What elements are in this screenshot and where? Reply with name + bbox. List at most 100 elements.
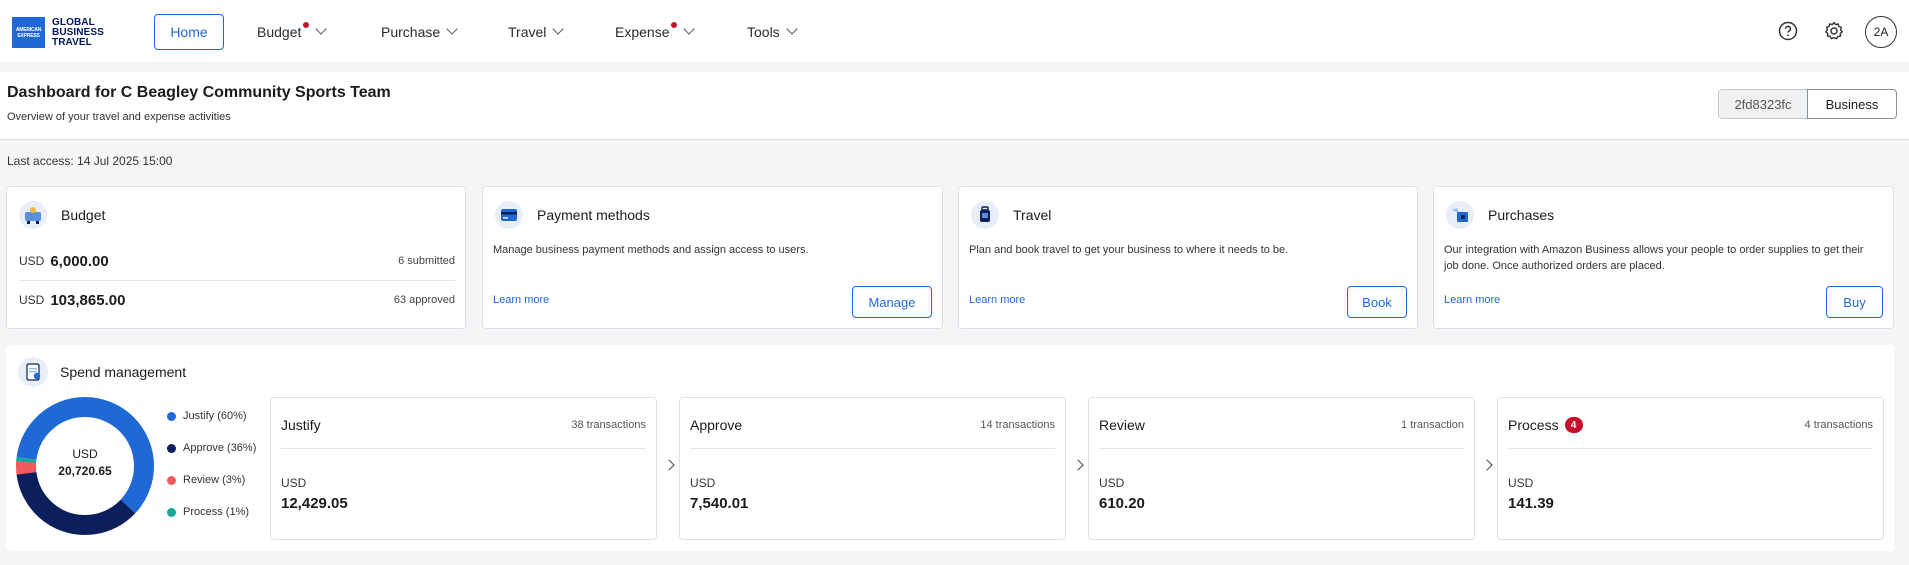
legend-swatch	[167, 507, 176, 517]
divider	[281, 448, 646, 449]
last-access-text: Last access: 14 Jul 2025 15:00	[7, 154, 173, 168]
nav-travel-label: Travel	[508, 24, 547, 40]
budget-approved-row[interactable]: USD 103,865.00 63 approved	[19, 288, 455, 312]
budget-approved-count: 63 approved	[393, 294, 455, 306]
divider	[690, 448, 1055, 449]
legend-swatch	[167, 475, 176, 485]
account-type-toggle[interactable]: Business	[1807, 89, 1897, 119]
stage-amount: 7,540.01	[690, 495, 749, 512]
legend-label: Process (1%)	[183, 506, 250, 518]
divider	[1508, 448, 1873, 449]
legend-justify: Justify (60%)	[167, 410, 247, 422]
stage-amount: 12,429.05	[281, 495, 348, 512]
stage-name: Process 4	[1508, 417, 1583, 433]
nav-travel-menu[interactable]: Travel	[508, 22, 565, 42]
settings-button[interactable]	[1823, 20, 1845, 42]
page-subtitle: Overview of your travel and expense acti…	[7, 111, 231, 123]
budget-submitted-row[interactable]: USD 6,000.00 6 submitted	[19, 249, 455, 273]
travel-card: Travel Plan and book travel to get your …	[958, 186, 1418, 329]
chevron-right-icon	[1481, 459, 1493, 471]
page-title: Dashboard for C Beagley Community Sports…	[7, 84, 391, 101]
help-button[interactable]	[1777, 20, 1799, 42]
chevron-down-icon	[552, 23, 565, 35]
manage-button[interactable]: Manage	[852, 286, 932, 318]
nav-home-button[interactable]: Home	[154, 14, 224, 50]
purchases-learn-more-link[interactable]: Learn more	[1444, 294, 1500, 306]
stage-currency: USD	[281, 476, 307, 490]
logo-text: GLOBAL BUSINESS TRAVEL	[52, 16, 104, 48]
nav-budget-menu[interactable]: Budget	[257, 22, 328, 42]
logo-text-line-1: GLOBAL	[52, 16, 95, 28]
chevron-down-icon	[315, 23, 328, 35]
stage-currency: USD	[1099, 476, 1125, 490]
budget-card-title: Budget	[61, 207, 106, 223]
purchases-description: Our integration with Amazon Business all…	[1444, 244, 1864, 272]
stage-card-approve[interactable]: Approve 14 transactions USD 7,540.01	[679, 397, 1066, 540]
stage-name-label: Approve	[690, 417, 743, 433]
gear-icon	[1825, 21, 1843, 40]
budget-submitted-amount: 6,000.00	[50, 252, 109, 270]
notification-dot	[671, 22, 678, 28]
stage-card-review[interactable]: Review 1 transaction USD 610.20	[1088, 397, 1475, 540]
book-button[interactable]: Book	[1347, 286, 1407, 318]
stage-transaction-count: 1 transaction	[1401, 419, 1464, 431]
budget-submitted-count: 6 submitted	[398, 255, 455, 267]
stage-name-label: Process	[1508, 417, 1559, 433]
logo-text-line-3: TRAVEL	[52, 36, 92, 48]
stage-currency: USD	[690, 476, 716, 490]
nav-purchase-menu[interactable]: Purchase	[381, 22, 458, 42]
travel-description: Plan and book travel to get your busines…	[969, 244, 1289, 256]
amex-logo-box: AMERICAN EXPRESS	[12, 17, 45, 48]
payment-methods-description: Manage business payment methods and assi…	[493, 244, 809, 256]
nav-purchase-label: Purchase	[381, 24, 441, 40]
stage-card-justify[interactable]: Justify 38 transactions USD 12,429.05	[270, 397, 657, 540]
buy-button[interactable]: Buy	[1826, 286, 1883, 318]
spend-total-amount: 20,720.65	[58, 464, 112, 478]
divider	[19, 280, 455, 281]
currency-label: USD	[19, 293, 45, 307]
budget-card: Budget USD 6,000.00 6 submitted USD 103,…	[6, 186, 466, 329]
payment-methods-card: Payment methods Manage business payment …	[482, 186, 943, 329]
legend-label: Approve (36%)	[183, 442, 257, 454]
user-avatar[interactable]: 2A	[1865, 16, 1897, 48]
legend-label: Review (3%)	[183, 474, 246, 486]
budget-icon	[19, 201, 47, 229]
legend-swatch	[167, 411, 176, 421]
nav-expense-menu[interactable]: Expense	[615, 22, 696, 42]
shopping-box-icon	[1446, 201, 1474, 229]
nav-budget-label: Budget	[257, 24, 302, 40]
logo-box-line-2: EXPRESS	[17, 32, 40, 39]
chevron-right-icon	[663, 459, 675, 471]
stage-currency: USD	[1508, 476, 1534, 490]
process-count-badge: 4	[1564, 417, 1583, 433]
stage-name-label: Justify	[281, 417, 321, 433]
nav-tools-menu[interactable]: Tools	[747, 22, 798, 42]
budget-approved-amount: 103,865.00	[50, 291, 126, 309]
top-navigation: AMERICAN EXPRESS GLOBAL BUSINESS TRAVEL …	[0, 0, 1909, 62]
stage-amount: 141.39	[1508, 495, 1554, 512]
help-circle-icon	[1778, 21, 1798, 41]
stage-transaction-count: 38 transactions	[571, 419, 646, 431]
travel-learn-more-link[interactable]: Learn more	[969, 294, 1025, 306]
stage-transaction-count: 14 transactions	[980, 419, 1055, 431]
spend-management-section: Spend management USD 20,720.65 Justify (…	[6, 345, 1894, 551]
purchases-card-title: Purchases	[1488, 207, 1555, 223]
luggage-icon	[971, 201, 999, 229]
legend-swatch	[167, 443, 176, 453]
currency-label: USD	[19, 254, 45, 268]
stage-card-process[interactable]: Process 4 4 transactions USD 141.39	[1497, 397, 1884, 540]
spend-total: USD 20,720.65	[16, 446, 154, 480]
chevron-down-icon	[683, 23, 696, 35]
amex-gbt-logo[interactable]: AMERICAN EXPRESS GLOBAL BUSINESS TRAVEL	[12, 17, 104, 48]
stage-name: Justify	[281, 417, 321, 433]
chevron-right-icon	[1072, 459, 1084, 471]
payment-methods-title: Payment methods	[537, 207, 650, 223]
legend-label: Justify (60%)	[183, 410, 247, 422]
chevron-down-icon	[786, 23, 798, 35]
payment-learn-more-link[interactable]: Learn more	[493, 294, 549, 306]
purchases-card: Purchases Our integration with Amazon Bu…	[1433, 186, 1894, 329]
nav-tools-label: Tools	[747, 24, 780, 40]
stage-transaction-count: 4 transactions	[1804, 419, 1873, 431]
account-id-toggle[interactable]: 2fd8323fc	[1718, 89, 1808, 119]
stage-name: Review	[1099, 417, 1145, 433]
